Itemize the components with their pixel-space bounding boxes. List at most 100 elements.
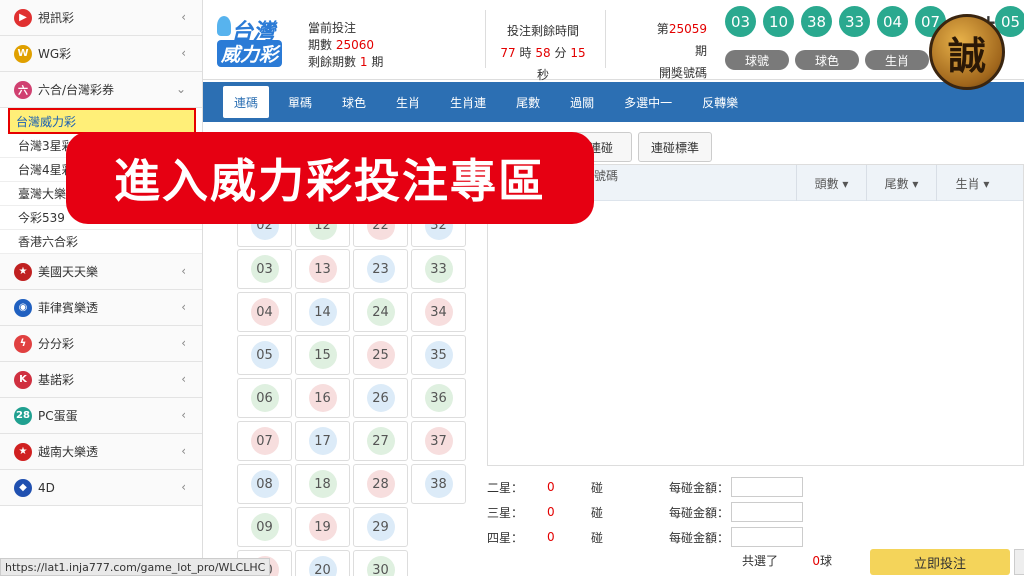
tab[interactable]: 多選中一 [613, 86, 683, 118]
filter-tail[interactable]: 尾數 ▾ [866, 165, 936, 201]
number-cell[interactable]: 37 [411, 421, 466, 461]
number-cell[interactable]: 26 [353, 378, 408, 418]
sidebar-item[interactable]: ϟ 分分彩 ‹ [0, 326, 202, 362]
subtab-standard[interactable]: 連碰標準 [638, 132, 712, 162]
minutes-unit: 分 [554, 46, 567, 60]
remaining-unit: 期 [371, 55, 384, 69]
result-ball: 38 [801, 6, 832, 37]
sidebar-item[interactable]: 28 PC蛋蛋 ‹ [0, 398, 202, 434]
countdown-title: 投注剩餘時間 [506, 24, 579, 38]
number-cell[interactable]: 04 [237, 292, 292, 332]
summary-amount-label: 每碰金額： [668, 530, 729, 545]
number-cell[interactable]: 13 [295, 249, 350, 289]
number-cell[interactable]: 19 [295, 507, 350, 547]
sidebar-item-label: PC蛋蛋 [38, 409, 78, 423]
tab[interactable]: 單碼 [277, 86, 323, 118]
chevron-left-icon: ‹ [181, 10, 186, 24]
number-cell[interactable]: 33 [411, 249, 466, 289]
game-tabs: 連碼 單碼 球色 生肖 生肖連 尾數 過關 多選中一 反轉樂 [203, 82, 1024, 122]
tab[interactable]: 過關 [559, 86, 605, 118]
tab[interactable]: 連碼 [223, 86, 270, 118]
seal-logo: 誠 [929, 14, 1005, 90]
tab[interactable]: 生肖 [385, 86, 431, 118]
wg-icon: W [14, 44, 32, 63]
sidebar-item[interactable]: 六六合/台灣彩券 ⌄ [0, 72, 202, 108]
summary-unit: 碰 [591, 505, 604, 520]
hours-unit: 時 [519, 46, 532, 60]
tab[interactable]: 尾數 [505, 86, 551, 118]
number-cell[interactable]: 30 [353, 550, 408, 576]
remaining-label: 剩餘期數 [308, 55, 357, 69]
number-cell[interactable]: 28 [353, 464, 408, 504]
sidebar-item[interactable]: W WG彩 ‹ [0, 36, 202, 72]
sidebar-item-label: 基諾彩 [38, 373, 75, 387]
number-ball: 09 [250, 513, 279, 541]
result-view-pill[interactable]: 生肖 [865, 50, 929, 70]
six-icon: 六 [14, 80, 32, 99]
amount-input[interactable] [731, 477, 803, 497]
number-ball: 23 [366, 255, 395, 283]
number-cell[interactable]: 14 [295, 292, 350, 332]
number-ball: 25 [366, 341, 395, 369]
summary-key: 三星： [487, 505, 524, 520]
number-cell[interactable]: 18 [295, 464, 350, 504]
number-cell[interactable]: 16 [295, 378, 350, 418]
number-cell[interactable]: 35 [411, 335, 466, 375]
amount-input[interactable] [731, 527, 803, 547]
result-view-pill[interactable]: 球色 [795, 50, 859, 70]
sidebar-item[interactable]: ◉ 菲律賓樂透 ‹ [0, 290, 202, 326]
swirl-icon: ◉ [14, 298, 32, 317]
countdown-seconds: 15 [570, 46, 586, 60]
number-cell[interactable]: 23 [353, 249, 408, 289]
number-cell[interactable]: 24 [353, 292, 408, 332]
tab[interactable]: 球色 [331, 86, 377, 118]
number-ball: 16 [308, 384, 337, 412]
total-unit: 球 [820, 554, 833, 568]
number-cell[interactable]: 17 [295, 421, 350, 461]
number-ball: 20 [308, 556, 337, 576]
sidebar-item[interactable]: ★ 美國天天樂 ‹ [0, 254, 202, 290]
filter-head[interactable]: 頭數 ▾ [796, 165, 866, 201]
sidebar-item[interactable]: ◆ 4D ‹ [0, 470, 202, 506]
number-cell[interactable]: 07 [237, 421, 292, 461]
number-ball: 37 [424, 427, 453, 455]
current-label: 當前投注 [308, 21, 357, 35]
number-cell[interactable]: 29 [353, 507, 408, 547]
header: 台灣 威力彩 當前投注 期數 25060 剩餘期數 1 期 投注剩餘時間 77 … [203, 0, 1024, 90]
number-cell[interactable]: 08 [237, 464, 292, 504]
banner-text: 進入威力彩投注專區 [114, 154, 546, 208]
sidebar-sub-item[interactable]: 香港六合彩 [0, 230, 202, 254]
number-cell[interactable]: 05 [237, 335, 292, 375]
tab[interactable]: 生肖連 [439, 86, 497, 118]
reset-button[interactable] [1014, 549, 1024, 575]
number-cell[interactable]: 36 [411, 378, 466, 418]
submit-bet-button[interactable]: 立即投注 [870, 549, 1010, 575]
number-cell[interactable]: 27 [353, 421, 408, 461]
number-ball: 24 [366, 298, 395, 326]
number-cell[interactable]: 09 [237, 507, 292, 547]
vn-star-icon: ★ [14, 442, 32, 461]
number-cell[interactable]: 38 [411, 464, 466, 504]
result-view-pill[interactable]: 球號 [725, 50, 789, 70]
number-cell[interactable]: 06 [237, 378, 292, 418]
number-cell[interactable]: 20 [295, 550, 350, 576]
number-ball: 17 [308, 427, 337, 455]
summary-unit: 碰 [591, 480, 604, 495]
number-cell[interactable]: 25 [353, 335, 408, 375]
sidebar-sub-item[interactable]: 台灣威力彩 [8, 108, 196, 134]
number-cell[interactable]: 15 [295, 335, 350, 375]
sidebar-item[interactable]: ★ 越南大樂透 ‹ [0, 434, 202, 470]
filter-zodiac[interactable]: 生肖 ▾ [936, 165, 1008, 201]
sidebar-item[interactable]: K 基諾彩 ‹ [0, 362, 202, 398]
countdown-minutes: 58 [535, 46, 551, 60]
sidebar-item[interactable]: ▶ 視訊彩 ‹ [0, 0, 202, 36]
number-cell[interactable]: 03 [237, 249, 292, 289]
play-icon: ▶ [14, 8, 32, 27]
summary-amount-label: 每碰金額： [668, 505, 729, 520]
tab[interactable]: 反轉樂 [691, 86, 749, 118]
bolt-icon: ϟ [14, 334, 32, 353]
sidebar-item-label: 視訊彩 [38, 11, 75, 25]
number-cell[interactable]: 34 [411, 292, 466, 332]
panel-label: 號碼 [594, 169, 619, 183]
amount-input[interactable] [731, 502, 803, 522]
